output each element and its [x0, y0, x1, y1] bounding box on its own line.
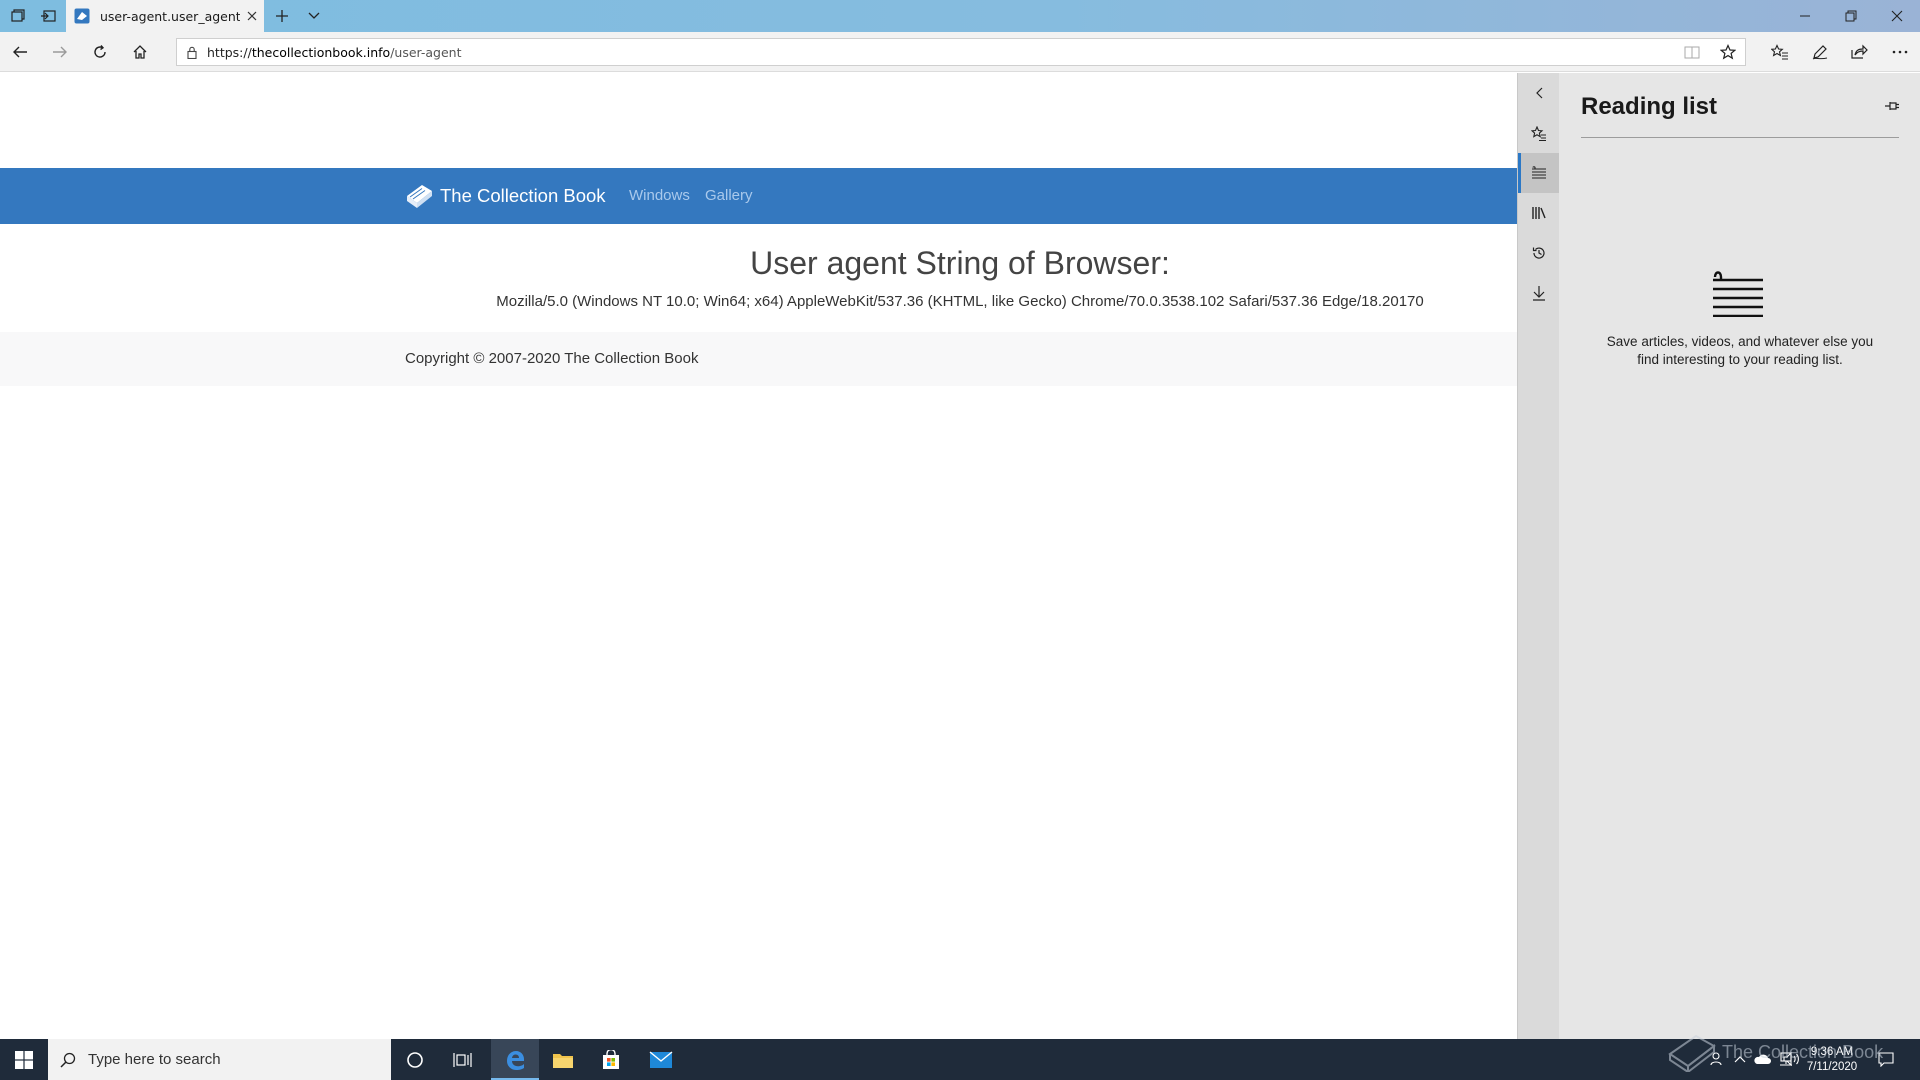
pen-notes-icon[interactable] [1804, 36, 1836, 68]
refresh-icon[interactable] [84, 36, 116, 68]
reading-list-panel: Reading list Save articles, videos, and … [1559, 73, 1920, 1039]
watermark: The Collection Book [1668, 1032, 1883, 1072]
address-bar[interactable]: https://thecollectionbook.info/user-agen… [176, 38, 1746, 66]
favorites-hub-icon[interactable] [1764, 36, 1796, 68]
book-logo-icon [407, 185, 432, 208]
empty-message-line-2: find interesting to your reading list. [1637, 352, 1843, 367]
mail-icon[interactable] [637, 1039, 685, 1080]
hub-title: Reading list [1581, 93, 1718, 120]
cortana-circle-icon[interactable] [391, 1039, 439, 1080]
url-scheme: https:// [207, 44, 252, 60]
site-header: The Collection Book Windows Gallery [0, 168, 1517, 224]
taskbar-search-box[interactable]: Type here to search [48, 1039, 391, 1080]
title-bar: user-agent.user_agent - [0, 0, 1920, 32]
close-window-icon[interactable] [1874, 0, 1920, 32]
edge-browser-icon[interactable] [491, 1039, 539, 1080]
site-footer: Copyright © 2007-2020 The Collection Boo… [0, 332, 1517, 386]
reading-view-icon[interactable] [1677, 39, 1707, 65]
watermark-text: The Collection Book [1722, 1041, 1884, 1062]
watermark-book-icon [1668, 1034, 1716, 1072]
search-icon [48, 1052, 88, 1068]
browser-tab-active[interactable]: user-agent.user_agent - [66, 0, 264, 32]
task-view-icon[interactable] [439, 1039, 487, 1080]
url-host: thecollectionbook.info [251, 44, 391, 60]
hub-divider [1581, 137, 1899, 138]
restore-icon[interactable] [1828, 0, 1874, 32]
hub-history-icon[interactable] [1518, 233, 1560, 273]
home-icon[interactable] [124, 36, 156, 68]
reading-list-empty-icon [1713, 271, 1763, 317]
lock-icon[interactable] [177, 46, 207, 59]
tab-title: user-agent.user_agent - [100, 8, 240, 24]
tabs-aside-icon[interactable] [30, 0, 66, 32]
forward-icon[interactable] [44, 36, 76, 68]
pin-icon[interactable] [1879, 93, 1905, 119]
minimize-icon[interactable] [1782, 0, 1828, 32]
site-favicon-icon [74, 8, 90, 24]
search-placeholder: Type here to search [88, 1051, 221, 1068]
favorite-star-icon[interactable] [1713, 39, 1743, 65]
back-icon[interactable] [4, 36, 36, 68]
hub-favorites-icon[interactable] [1518, 113, 1560, 153]
share-icon[interactable] [1843, 36, 1875, 68]
tab-close-icon[interactable] [244, 8, 260, 24]
url-text: https://thecollectionbook.info/user-agen… [207, 45, 461, 60]
more-options-icon[interactable] [1884, 36, 1916, 68]
hub-reading-list-icon[interactable] [1518, 153, 1560, 193]
hub-rail [1517, 73, 1560, 1039]
taskbar: Type here to search 9:36 AM 7/11/2020 [0, 1039, 1920, 1080]
empty-message-line-1: Save articles, videos, and whatever else… [1606, 334, 1874, 349]
copyright-text: Copyright © 2007-2020 The Collection Boo… [405, 350, 699, 367]
microsoft-store-icon[interactable] [587, 1039, 635, 1080]
new-tab-icon[interactable] [264, 0, 300, 32]
brand-name: The Collection Book [440, 185, 606, 206]
hub-downloads-icon[interactable] [1518, 273, 1560, 313]
url-path: /user-agent [390, 44, 462, 60]
web-page: The Collection Book Windows Gallery User… [0, 73, 1517, 1039]
start-windows-icon[interactable] [0, 1039, 48, 1080]
reading-list-empty-message: Save articles, videos, and whatever else… [1579, 333, 1901, 369]
hub-collapse-chevron-icon[interactable] [1518, 73, 1560, 113]
navigation-bar: https://thecollectionbook.info/user-agen… [0, 32, 1920, 72]
brand-link[interactable]: The Collection Book [404, 182, 606, 210]
nav-link-windows[interactable]: Windows [629, 187, 690, 204]
tab-preview-chevron-icon[interactable] [296, 0, 332, 32]
nav-link-gallery[interactable]: Gallery [705, 187, 753, 204]
file-explorer-icon[interactable] [539, 1039, 587, 1080]
hub-books-icon[interactable] [1518, 193, 1560, 233]
